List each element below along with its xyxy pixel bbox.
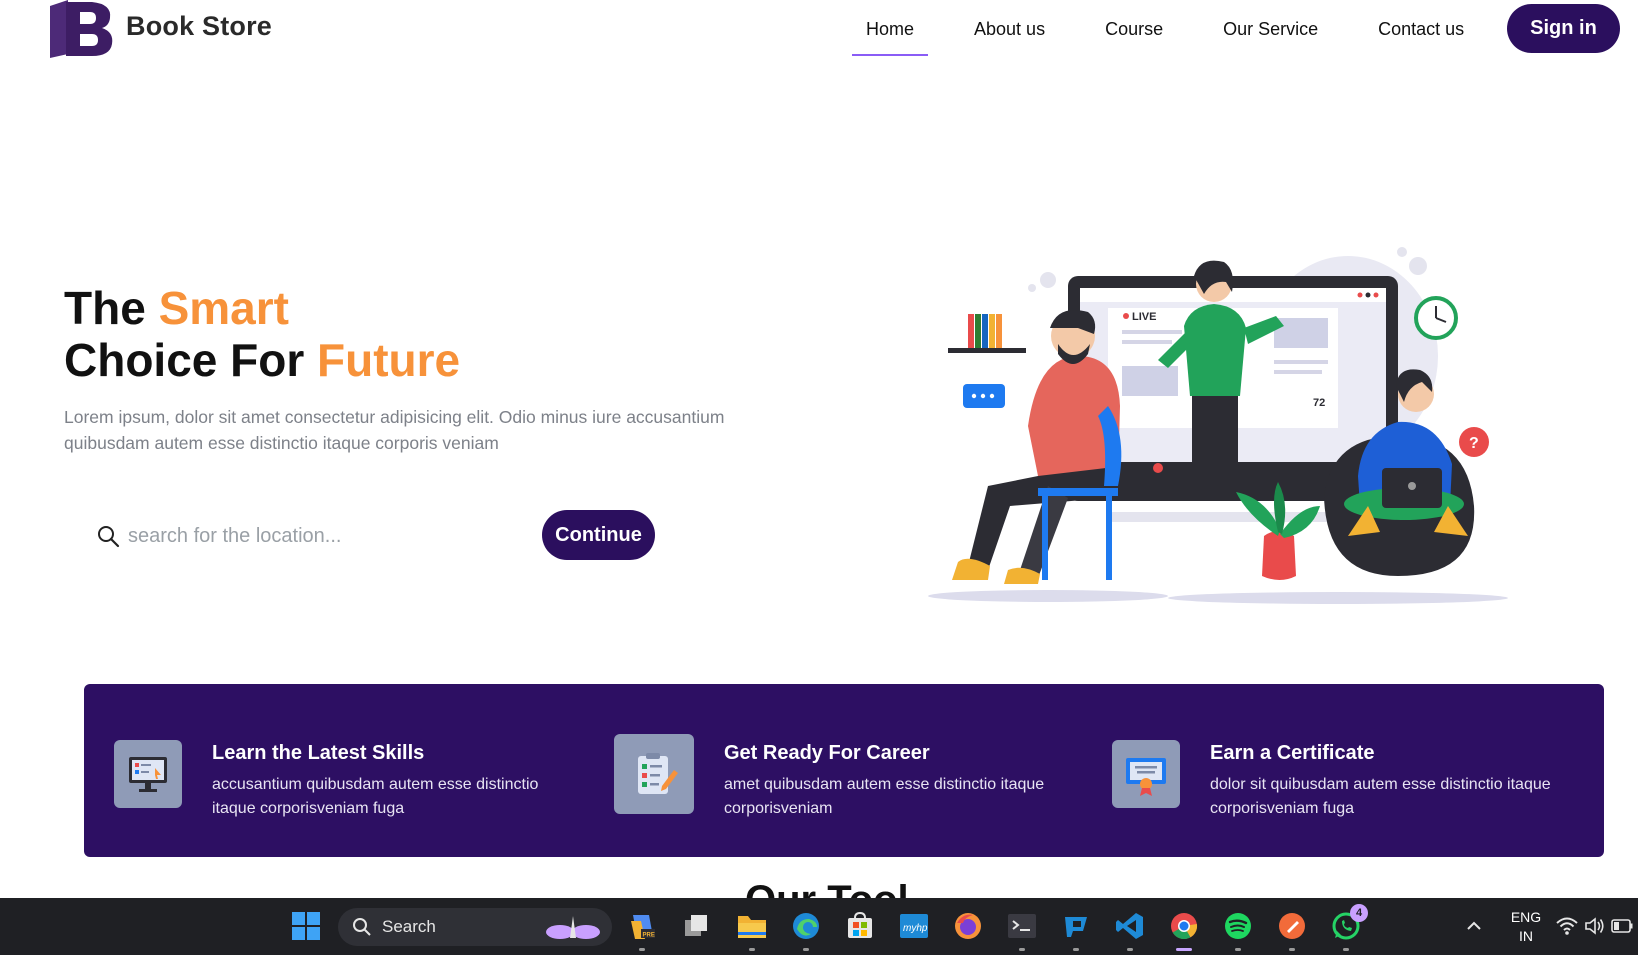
main-nav: Home About us Course Our Service Contact… — [836, 0, 1494, 58]
svg-text:PRE: PRE — [643, 933, 655, 939]
feature-card-certificate: Earn a Certificate dolor sit quibusdam a… — [1112, 734, 1570, 821]
running-indicator — [639, 948, 645, 951]
running-indicator — [1343, 948, 1349, 951]
running-indicator — [1127, 948, 1133, 951]
feature-text: dolor sit quibusdam autem esse distincti… — [1210, 776, 1551, 817]
hero-title-line2-accent: Future — [317, 334, 461, 386]
certificate-icon — [1112, 740, 1180, 808]
battery-icon[interactable] — [1610, 908, 1634, 944]
running-indicator — [1289, 948, 1295, 951]
checklist-icon — [614, 734, 694, 814]
features-band: Learn the Latest Skills accusantium quib… — [84, 684, 1604, 857]
nav-item-contact-us[interactable]: Contact us — [1348, 0, 1494, 58]
location-search: Continue — [86, 510, 656, 562]
running-indicator — [803, 948, 809, 951]
search-icon — [353, 918, 371, 936]
computer-screen-icon — [114, 740, 182, 808]
live-label: LIVE — [1132, 311, 1156, 323]
feature-title: Earn a Certificate — [1210, 742, 1375, 764]
language-code: ENG — [1510, 909, 1542, 925]
notification-badge: 4 — [1350, 904, 1368, 922]
chrome-icon[interactable] — [1166, 908, 1202, 951]
copilot-icon[interactable]: PRE — [624, 908, 660, 951]
running-indicator — [1073, 948, 1079, 951]
volume-icon[interactable] — [1582, 908, 1608, 944]
nav-item-home[interactable]: Home — [836, 0, 944, 58]
taskbar-search-box[interactable]: Search — [338, 908, 612, 946]
nav-item-course[interactable]: Course — [1075, 0, 1193, 58]
firefox-icon[interactable] — [950, 908, 986, 944]
language-indicator[interactable]: ENG IN — [1506, 908, 1546, 946]
site-header: Book Store Home About us Course Our Serv… — [0, 0, 1638, 62]
windows-start-icon[interactable] — [288, 908, 324, 944]
taskbar-search-label: Search — [382, 917, 436, 936]
viewer-count: 72 — [1313, 397, 1325, 409]
feature-title: Learn the Latest Skills — [212, 742, 425, 764]
microsoft-store-icon[interactable] — [842, 908, 878, 944]
feature-text: accusantium quibusdam autem esse distinc… — [212, 776, 539, 817]
search-highlight-icon — [546, 916, 600, 939]
brand-logo[interactable]: Book Store — [48, 0, 272, 58]
edge-browser-icon[interactable] — [788, 908, 824, 951]
brand-name: Book Store — [126, 10, 273, 41]
file-explorer-icon[interactable] — [734, 908, 770, 951]
remote-desktop-icon[interactable] — [1058, 908, 1094, 951]
hero-title: The Smart Choice For Future — [64, 282, 460, 386]
book-logo-icon — [50, 0, 113, 58]
feature-text: amet quibusdam autem esse distinctio ita… — [724, 776, 1045, 817]
continue-button[interactable]: Continue — [542, 510, 655, 560]
location-search-input[interactable] — [128, 518, 508, 554]
active-indicator — [1176, 948, 1192, 951]
running-indicator — [1235, 948, 1241, 951]
running-indicator — [749, 948, 755, 951]
wifi-icon[interactable] — [1554, 908, 1580, 944]
online-learning-illustration: LIVE 72 ? — [928, 247, 1508, 604]
feature-card-career: Get Ready For Career amet quibusdam aute… — [614, 734, 1084, 821]
svg-text:?: ? — [1469, 435, 1479, 452]
hero-title-line2-prefix: Choice For — [64, 334, 318, 386]
task-view-icon[interactable] — [678, 908, 714, 944]
nav-item-about-us[interactable]: About us — [944, 0, 1075, 58]
nav-item-our-service[interactable]: Our Service — [1193, 0, 1348, 58]
hero-title-line1-accent: Smart — [158, 282, 289, 334]
hero-title-line1-prefix: The — [64, 282, 159, 334]
terminal-icon[interactable] — [1004, 908, 1040, 951]
myhp-icon[interactable]: myhp — [896, 908, 932, 944]
feature-card-skills: Learn the Latest Skills accusantium quib… — [114, 734, 572, 821]
windows-taskbar: Search PRE myhp 4 ENG IN — [0, 898, 1638, 955]
vscode-icon[interactable] — [1112, 908, 1148, 951]
search-icon — [98, 526, 120, 548]
feature-title: Get Ready For Career — [724, 742, 930, 764]
svg-text:myhp: myhp — [903, 923, 928, 934]
whatsapp-icon[interactable]: 4 — [1328, 904, 1368, 951]
chevron-up-icon[interactable] — [1456, 908, 1492, 944]
spotify-icon[interactable] — [1220, 908, 1256, 951]
postman-icon[interactable] — [1274, 908, 1310, 951]
hero-description: Lorem ipsum, dolor sit amet consectetur … — [64, 407, 725, 453]
sign-in-button[interactable]: Sign in — [1507, 4, 1620, 53]
region-code: IN — [1519, 928, 1533, 944]
running-indicator — [1019, 948, 1025, 951]
